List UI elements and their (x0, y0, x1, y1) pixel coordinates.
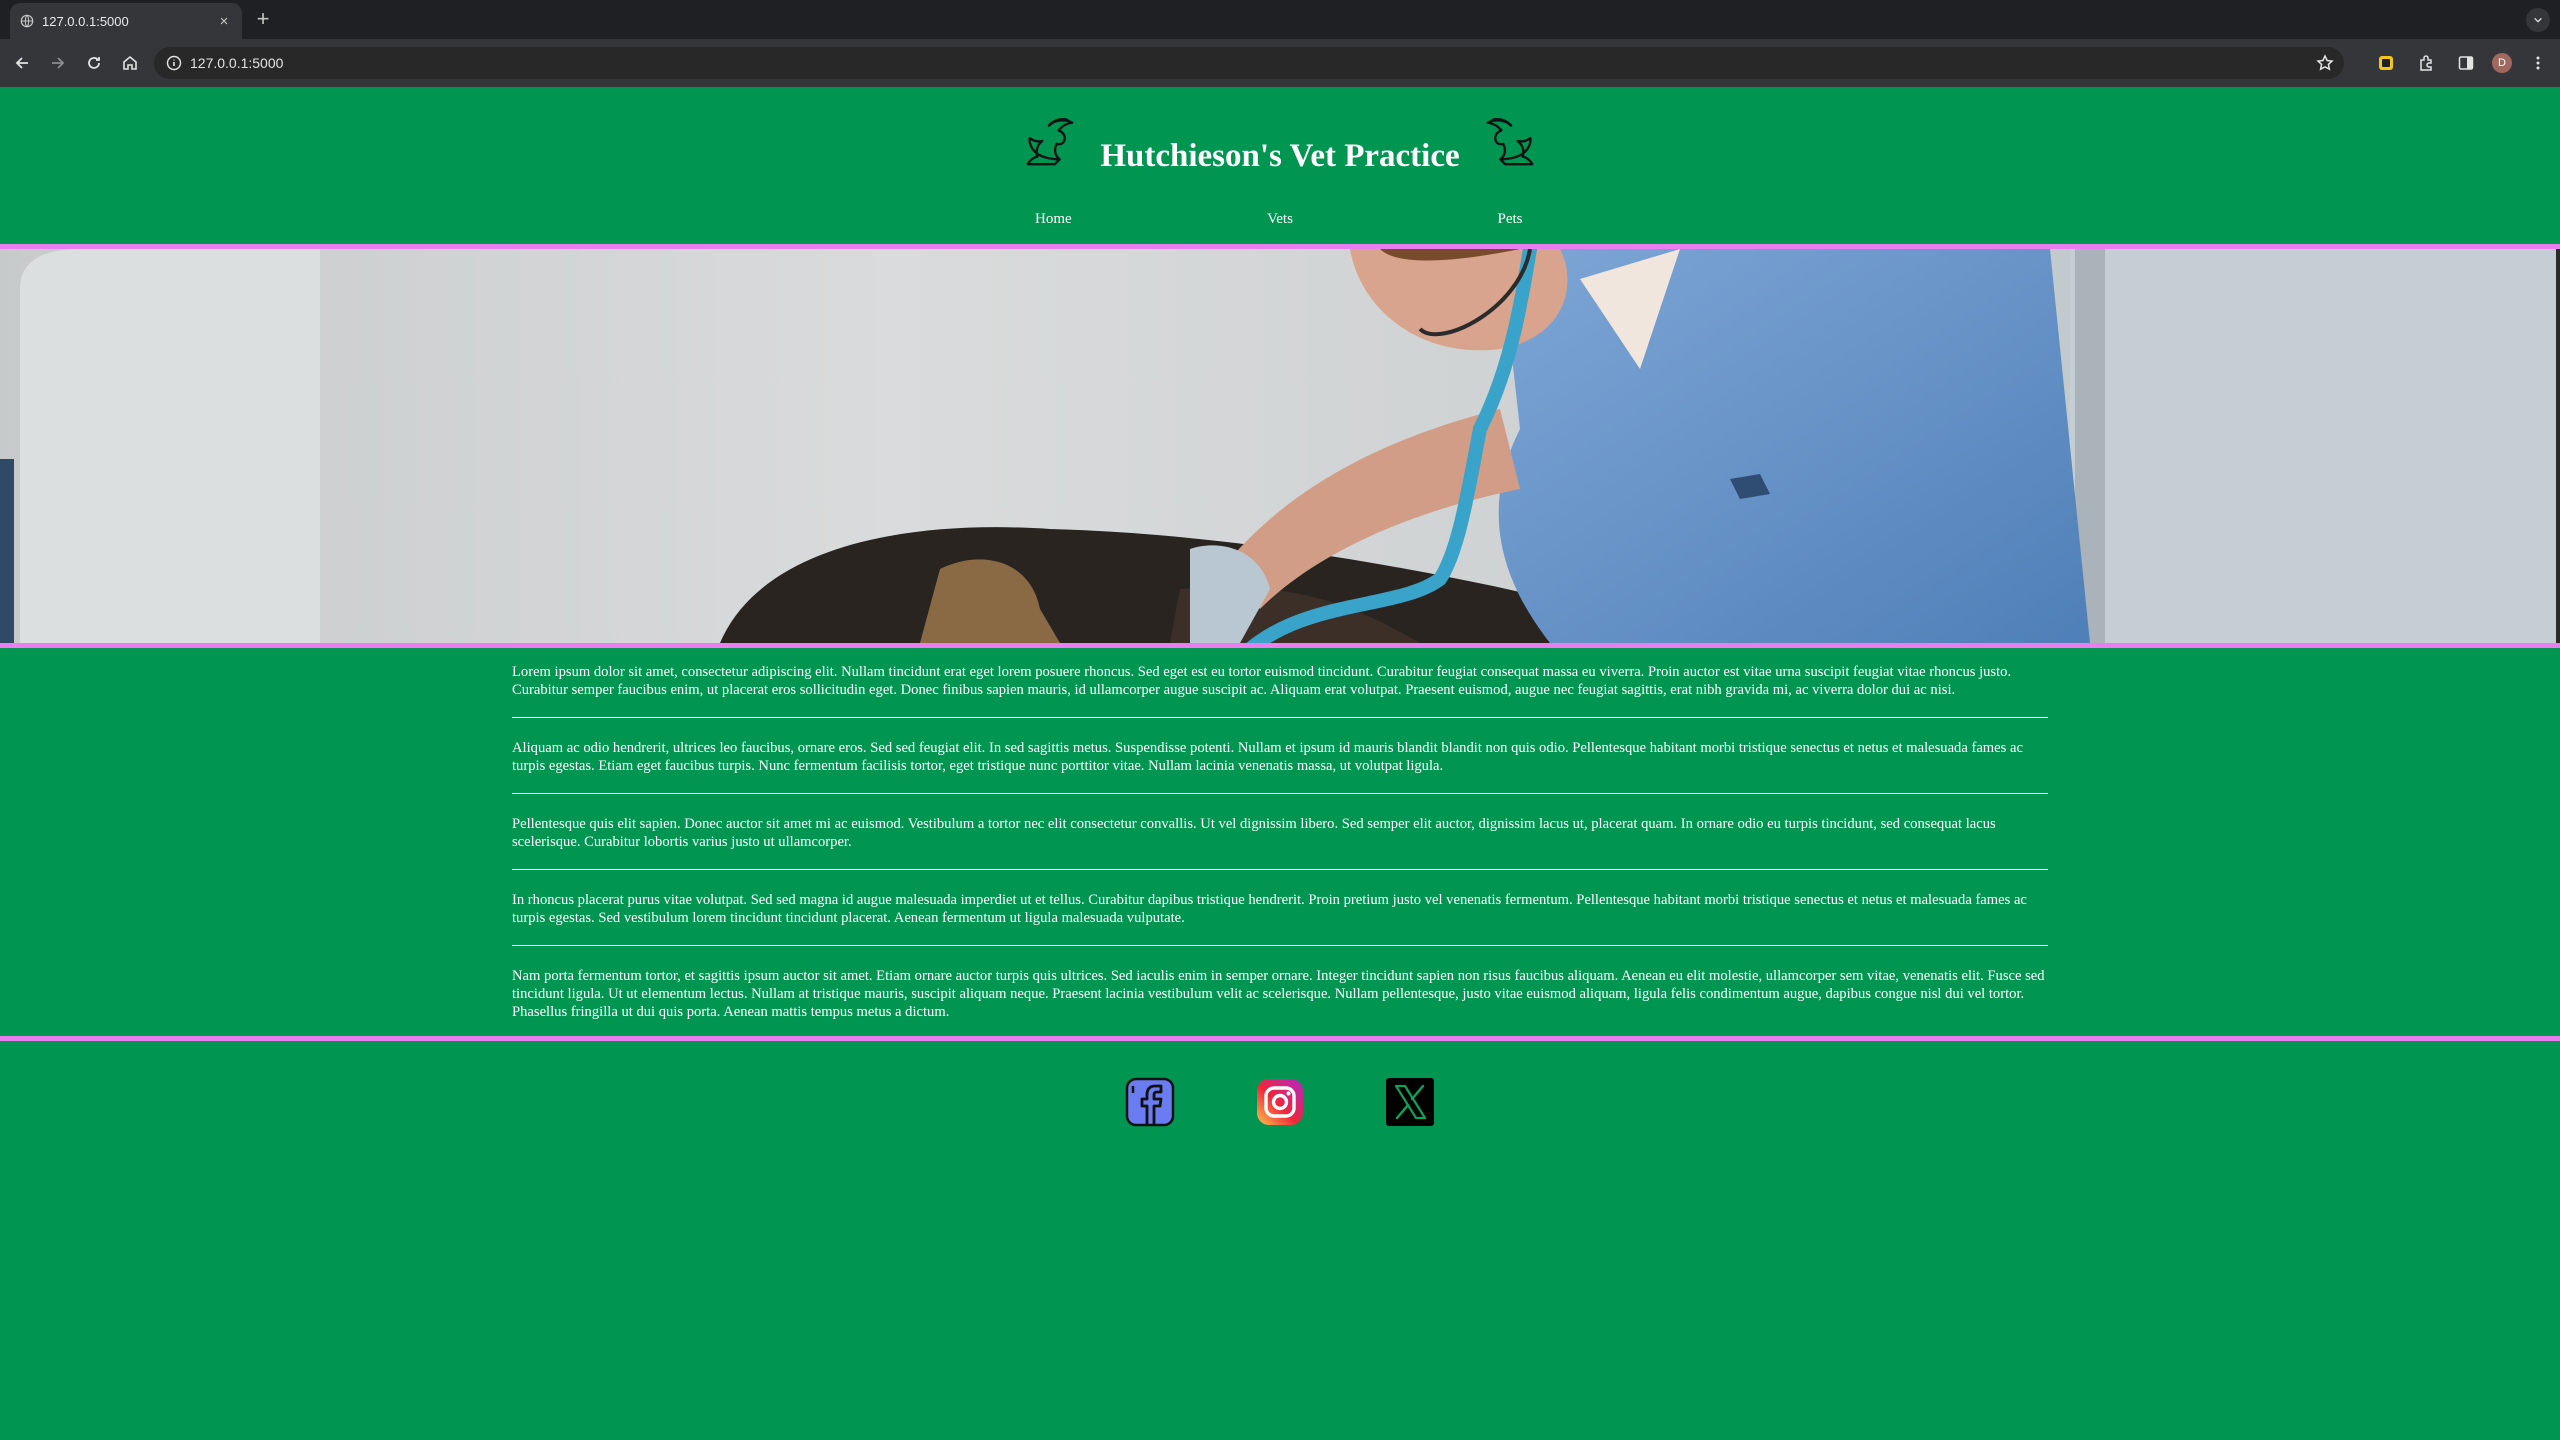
hero-image (0, 249, 2560, 643)
address-bar[interactable]: 127.0.0.1:5000 (154, 47, 2344, 79)
main-content: Lorem ipsum dolor sit amet, consectetur … (512, 648, 2048, 1021)
side-panel-icon[interactable] (2452, 49, 2480, 77)
x-twitter-icon[interactable] (1385, 1077, 1435, 1127)
chevron-down-icon (2534, 17, 2542, 23)
paragraph-divider (512, 793, 2048, 794)
nav-vets-link[interactable]: Vets (1265, 211, 1295, 228)
paragraph-divider (512, 869, 2048, 870)
rabbit-logo-icon (1026, 117, 1074, 166)
reload-icon (88, 57, 100, 69)
arrow-left-icon (15, 57, 28, 69)
browser-tab-strip: 127.0.0.1:5000 × + (0, 0, 2560, 39)
browser-toolbar: 127.0.0.1:5000 D (0, 39, 2560, 87)
extension-icon[interactable] (2372, 49, 2400, 77)
content-paragraph: Nam porta fermentum tortor, et sagittis … (512, 968, 2045, 1020)
content-paragraph: Lorem ipsum dolor sit amet, consectetur … (512, 664, 2012, 698)
site-info-icon[interactable] (166, 55, 182, 71)
home-button[interactable] (116, 49, 144, 77)
paragraph-divider (512, 717, 2048, 718)
nav-pets-link[interactable]: Pets (1495, 211, 1525, 228)
forward-button[interactable] (44, 49, 72, 77)
tab-title: 127.0.0.1:5000 (42, 13, 129, 29)
facebook-icon[interactable] (1125, 1077, 1175, 1127)
new-tab-button[interactable]: + (252, 6, 274, 31)
arrow-right-icon (52, 57, 65, 69)
browser-tab[interactable]: 127.0.0.1:5000 × (10, 3, 242, 39)
brand: Hutchieson's Vet Practice (0, 111, 2560, 174)
instagram-icon[interactable] (1255, 1077, 1305, 1127)
vet-examining-dog-photo (0, 249, 2560, 643)
profile-avatar[interactable]: D (2492, 53, 2512, 73)
site-title: Hutchieson's Vet Practice (1100, 138, 1460, 174)
content-paragraph: Aliquam ac odio hendrerit, ultrices leo … (512, 740, 2023, 774)
back-button[interactable] (8, 49, 36, 77)
content-paragraph: In rhoncus placerat purus vitae volutpat… (512, 892, 2027, 926)
paragraph-divider (512, 945, 2048, 946)
main-nav: Home Vets Pets (0, 211, 2560, 228)
site-footer (0, 1041, 2560, 1147)
tab-search-button[interactable] (2526, 8, 2550, 32)
content-paragraph: Pellentesque quis elit sapien. Donec auc… (512, 816, 1996, 850)
puzzle-icon[interactable] (2412, 49, 2440, 77)
close-tab-icon[interactable]: × (214, 11, 234, 31)
url-text: 127.0.0.1:5000 (190, 55, 284, 71)
home-icon (123, 55, 137, 70)
globe-icon (20, 14, 34, 28)
reload-button[interactable] (80, 49, 108, 77)
rabbit-logo-icon (1486, 117, 1534, 166)
toolbar-actions: D (2372, 49, 2552, 77)
nav-home-link[interactable]: Home (1035, 211, 1072, 228)
bookmark-star-icon[interactable] (2316, 54, 2334, 72)
menu-kebab-icon[interactable] (2524, 49, 2552, 77)
site-header: Hutchieson's Vet Practice Home Vets Pets (0, 87, 2560, 244)
